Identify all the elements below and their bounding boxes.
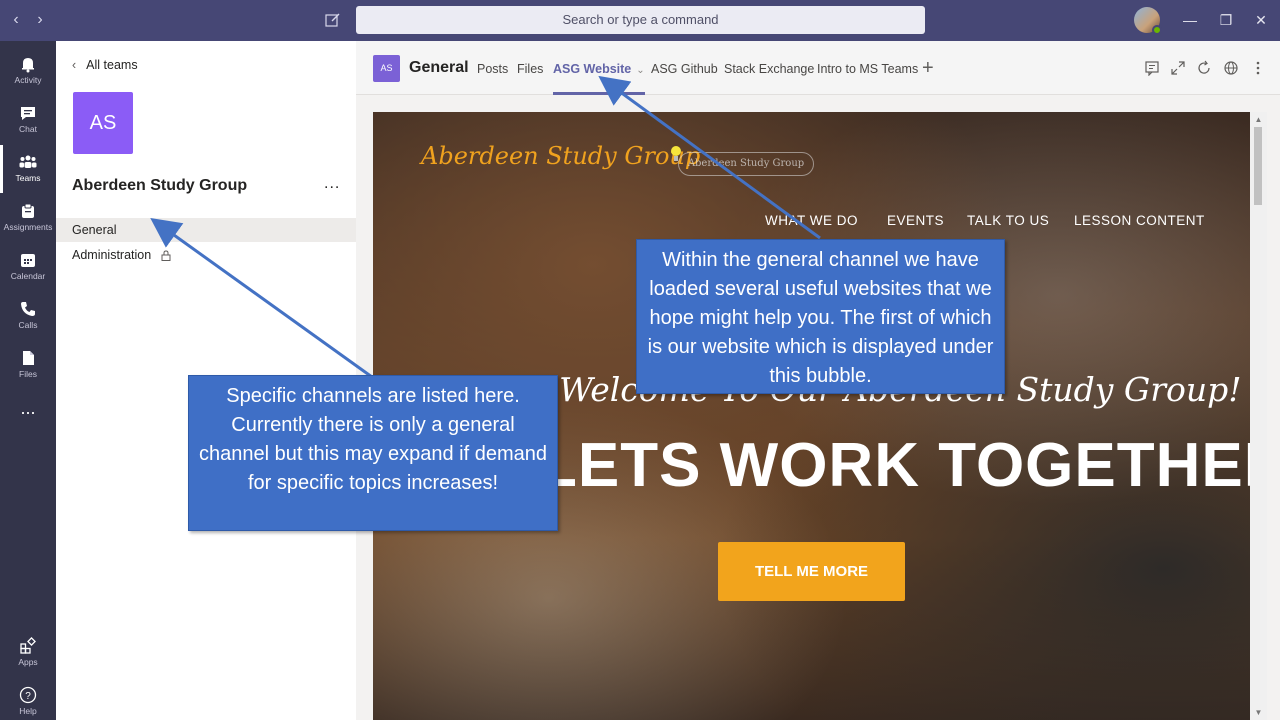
teams-icon [19, 155, 37, 168]
forward-arrow-icon[interactable]: › [30, 10, 50, 30]
files-icon [23, 351, 34, 365]
more-options-icon[interactable] [1250, 60, 1266, 76]
phone-icon [21, 302, 35, 316]
rail-item-apps[interactable]: Apps [0, 629, 56, 677]
site-nav-events[interactable]: EVENTS [887, 213, 944, 228]
tab-stack-exchange[interactable]: Stack Exchange [724, 62, 814, 95]
rail-item-assignments[interactable]: Assignments [0, 194, 56, 242]
tab-asg-github[interactable]: ASG Github [651, 62, 718, 95]
svg-text:?: ? [25, 691, 31, 702]
tell-me-more-button[interactable]: TELL ME MORE [718, 542, 905, 601]
refresh-icon[interactable] [1196, 60, 1212, 76]
rail-item-teams[interactable]: Teams [0, 145, 56, 193]
presence-available-icon [1152, 25, 1162, 35]
site-nav-talk-to-us[interactable]: TALK TO US [967, 213, 1049, 228]
logo-sketch: Aberdeen Study Group [678, 152, 814, 176]
search-input[interactable]: Search or type a command [356, 6, 925, 34]
scroll-up-icon[interactable]: ▲ [1254, 115, 1263, 124]
all-teams-label: All teams [86, 58, 138, 72]
rail-item-label: Chat [19, 124, 37, 134]
chat-icon [21, 107, 35, 120]
scrollbar[interactable]: ▲ ▼ [1250, 112, 1267, 720]
rail-item-label: Files [19, 369, 37, 379]
lock-icon [161, 250, 171, 262]
tab-asg-website[interactable]: ASG Website ⌄ [553, 62, 645, 95]
all-teams-link[interactable]: ‹ All teams [72, 58, 138, 72]
scroll-thumb[interactable] [1254, 127, 1262, 205]
compose-icon[interactable] [323, 10, 343, 30]
rail-item-label: Assignments [3, 222, 53, 232]
more-options-icon[interactable]: ... [324, 175, 340, 193]
assignments-icon [22, 203, 34, 218]
channel-label: General [72, 223, 117, 237]
channel-avatar: AS [373, 55, 400, 82]
rail-item-files[interactable]: Files [0, 341, 56, 389]
help-icon: ? [19, 686, 37, 704]
channel-title: General [409, 59, 469, 76]
tab-files[interactable]: Files [517, 62, 543, 95]
channel-header: AS General Posts Files ASG Website ⌄ ASG … [356, 41, 1280, 95]
rail-item-chat[interactable]: Chat [0, 96, 56, 144]
tab-label: ASG Website [553, 62, 632, 76]
more-apps-icon[interactable]: ... [0, 398, 56, 446]
chevron-down-icon: ⌄ [636, 65, 645, 76]
team-name: Aberdeen Study Group [72, 177, 248, 194]
tab-intro-to-ms-teams[interactable]: Intro to MS Teams [817, 62, 918, 95]
site-nav-lesson-content[interactable]: LESSON CONTENT [1074, 213, 1205, 228]
title-bar: ‹ › Search or type a command — ❐ ✕ [0, 0, 1280, 41]
rail-item-label: Calendar [10, 271, 46, 281]
rail-item-help[interactable]: ? Help [0, 678, 56, 720]
chevron-left-icon: ‹ [72, 58, 77, 72]
channel-label: Administration [72, 248, 152, 262]
app-rail: Activity Chat Teams Assignments Calendar… [0, 41, 56, 720]
rail-item-calendar[interactable]: Calendar [0, 243, 56, 291]
callout-channels: Specific channels are listed here. Curre… [188, 375, 558, 531]
close-icon[interactable]: ✕ [1251, 10, 1271, 30]
bell-icon [22, 58, 34, 73]
globe-icon[interactable] [1223, 60, 1239, 76]
apps-icon [20, 637, 36, 654]
site-logo[interactable]: Aberdeen Study Group [421, 142, 700, 170]
team-avatar: AS [73, 92, 133, 154]
calendar-icon [21, 254, 35, 267]
rail-item-label: Help [19, 706, 37, 716]
rail-item-activity[interactable]: Activity [0, 47, 56, 95]
rail-item-calls[interactable]: Calls [0, 292, 56, 340]
expand-icon[interactable] [1170, 60, 1186, 76]
channel-item-general[interactable]: General [56, 218, 356, 242]
rail-item-label: Calls [18, 320, 38, 330]
rail-item-label: Activity [14, 75, 42, 85]
channel-item-administration[interactable]: Administration [56, 243, 356, 267]
site-nav-what-we-do[interactable]: WHAT WE DO [765, 213, 858, 228]
tab-posts[interactable]: Posts [477, 62, 508, 95]
scroll-down-icon[interactable]: ▼ [1254, 708, 1263, 717]
maximize-icon[interactable]: ❐ [1216, 10, 1236, 30]
avatar[interactable] [1134, 7, 1162, 35]
back-arrow-icon[interactable]: ‹ [6, 10, 26, 30]
minimize-icon[interactable]: — [1180, 10, 1200, 30]
conversation-icon[interactable] [1144, 60, 1160, 76]
rail-item-label: Apps [18, 657, 38, 667]
rail-item-label: Teams [15, 173, 41, 183]
add-tab-icon[interactable]: + [922, 57, 934, 80]
hero-heading: LETS WORK TOGETHER [539, 431, 1251, 500]
callout-websites: Within the general channel we have loade… [636, 239, 1005, 394]
